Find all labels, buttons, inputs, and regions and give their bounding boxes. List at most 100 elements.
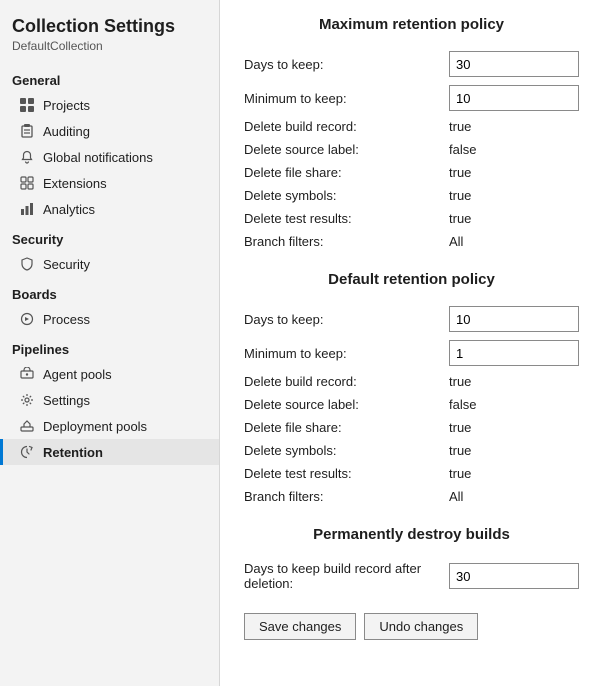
max-delete-symbols-row: Delete symbols: true [244,184,579,207]
max-delete-symbols-value: true [449,188,579,203]
max-branch-filters-row: Branch filters: All [244,230,579,253]
deploy-icon [19,418,35,434]
save-button[interactable]: Save changes [244,613,356,640]
def-delete-symbols-value: true [449,443,579,458]
def-branch-filters-row: Branch filters: All [244,485,579,508]
grid-icon [19,97,35,113]
max-days-to-keep-input[interactable] [449,51,579,77]
maximum-retention-heading: Maximum retention policy [244,16,579,33]
sidebar-item-deployment-pools[interactable]: Deployment pools [0,413,219,439]
def-delete-test-results-label: Delete test results: [244,466,449,481]
max-minimum-to-keep-input[interactable] [449,85,579,111]
puzzle-icon [19,175,35,191]
def-delete-build-record-label: Delete build record: [244,374,449,389]
max-delete-build-record-row: Delete build record: true [244,115,579,138]
sidebar-item-process-label: Process [43,312,90,327]
def-delete-source-label-row: Delete source label: false [244,393,579,416]
main-content: Maximum retention policy Days to keep: M… [220,0,603,686]
max-days-to-keep-row: Days to keep: [244,47,579,81]
sidebar-item-global-notifications[interactable]: Global notifications [0,144,219,170]
chart-icon [19,201,35,217]
def-days-to-keep-input[interactable] [449,306,579,332]
section-boards: Boards [0,277,219,306]
max-minimum-to-keep-label: Minimum to keep: [244,91,449,106]
max-days-to-keep-label: Days to keep: [244,57,449,72]
destroy-days-to-keep-row: Days to keep build record after deletion… [244,557,579,595]
shield-icon [19,256,35,272]
sidebar-item-extensions-label: Extensions [43,176,107,191]
max-minimum-to-keep-row: Minimum to keep: [244,81,579,115]
clipboard-icon [19,123,35,139]
def-branch-filters-value: All [449,489,579,504]
permanently-destroy-table: Days to keep build record after deletion… [244,557,579,595]
max-branch-filters-label: Branch filters: [244,234,449,249]
def-delete-test-results-value: true [449,466,579,481]
sidebar-item-security-label: Security [43,257,90,272]
destroy-days-to-keep-label: Days to keep build record after deletion… [244,561,449,591]
undo-button[interactable]: Undo changes [364,613,478,640]
sidebar-item-agent-pools-label: Agent pools [43,367,112,382]
max-delete-build-record-label: Delete build record: [244,119,449,134]
def-days-to-keep-row: Days to keep: [244,302,579,336]
sidebar-item-deployment-pools-label: Deployment pools [43,419,147,434]
default-retention-table: Days to keep: Minimum to keep: Delete bu… [244,302,579,508]
sidebar-item-agent-pools[interactable]: Agent pools [0,361,219,387]
sidebar-item-security[interactable]: Security [0,251,219,277]
max-delete-source-label-label: Delete source label: [244,142,449,157]
sidebar-item-auditing[interactable]: Auditing [0,118,219,144]
destroy-days-to-keep-input[interactable] [449,563,579,589]
process-icon [19,311,35,327]
sidebar-item-retention-label: Retention [43,445,103,460]
sidebar: Collection Settings DefaultCollection Ge… [0,0,220,686]
def-branch-filters-label: Branch filters: [244,489,449,504]
def-delete-file-share-value: true [449,420,579,435]
sidebar-item-analytics[interactable]: Analytics [0,196,219,222]
max-branch-filters-value: All [449,234,579,249]
def-delete-file-share-row: Delete file share: true [244,416,579,439]
def-minimum-to-keep-row: Minimum to keep: [244,336,579,370]
def-delete-test-results-row: Delete test results: true [244,462,579,485]
def-minimum-to-keep-input[interactable] [449,340,579,366]
bell-icon [19,149,35,165]
collection-name: DefaultCollection [0,39,219,63]
default-retention-heading: Default retention policy [244,271,579,288]
sidebar-item-notifications-label: Global notifications [43,150,153,165]
def-delete-file-share-label: Delete file share: [244,420,449,435]
sidebar-item-projects-label: Projects [43,98,90,113]
max-delete-test-results-row: Delete test results: true [244,207,579,230]
max-delete-source-label-value: false [449,142,579,157]
sidebar-item-process[interactable]: Process [0,306,219,332]
section-general: General [0,63,219,92]
def-delete-source-label-value: false [449,397,579,412]
action-buttons: Save changes Undo changes [244,613,579,640]
page-title: Collection Settings [0,12,219,39]
sidebar-item-analytics-label: Analytics [43,202,95,217]
section-security: Security [0,222,219,251]
max-delete-file-share-label: Delete file share: [244,165,449,180]
max-delete-file-share-row: Delete file share: true [244,161,579,184]
def-days-to-keep-label: Days to keep: [244,312,449,327]
def-minimum-to-keep-label: Minimum to keep: [244,346,449,361]
max-delete-build-record-value: true [449,119,579,134]
permanently-destroy-heading: Permanently destroy builds [244,526,579,543]
def-delete-symbols-label: Delete symbols: [244,443,449,458]
def-delete-symbols-row: Delete symbols: true [244,439,579,462]
def-delete-source-label-label: Delete source label: [244,397,449,412]
sidebar-item-extensions[interactable]: Extensions [0,170,219,196]
max-delete-symbols-label: Delete symbols: [244,188,449,203]
sidebar-item-settings[interactable]: Settings [0,387,219,413]
gear-icon [19,392,35,408]
max-delete-file-share-value: true [449,165,579,180]
def-delete-build-record-row: Delete build record: true [244,370,579,393]
sidebar-item-projects[interactable]: Projects [0,92,219,118]
retention-icon [19,444,35,460]
def-delete-build-record-value: true [449,374,579,389]
max-delete-test-results-value: true [449,211,579,226]
sidebar-item-retention[interactable]: Retention [0,439,219,465]
section-pipelines: Pipelines [0,332,219,361]
agent-icon [19,366,35,382]
sidebar-item-settings-label: Settings [43,393,90,408]
sidebar-item-auditing-label: Auditing [43,124,90,139]
max-delete-test-results-label: Delete test results: [244,211,449,226]
max-delete-source-label-row: Delete source label: false [244,138,579,161]
